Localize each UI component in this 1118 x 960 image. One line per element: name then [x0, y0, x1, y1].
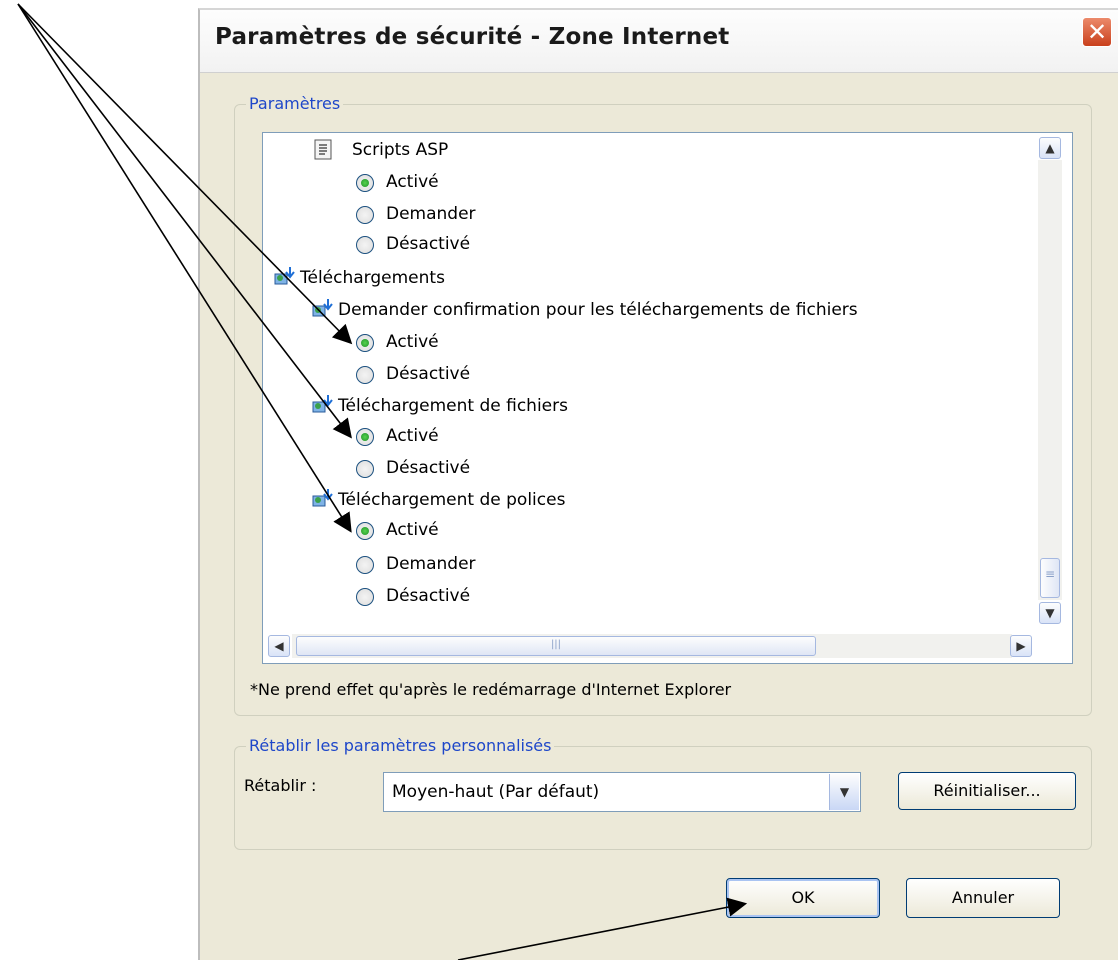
arrow-to-file-enabled: [17, 3, 352, 439]
arrow-to-font-enabled: [17, 3, 352, 533]
arrow-to-ok: [457, 897, 748, 960]
arrow-to-confirm-enabled: [17, 3, 353, 345]
annotation-arrows: [17, 3, 748, 960]
